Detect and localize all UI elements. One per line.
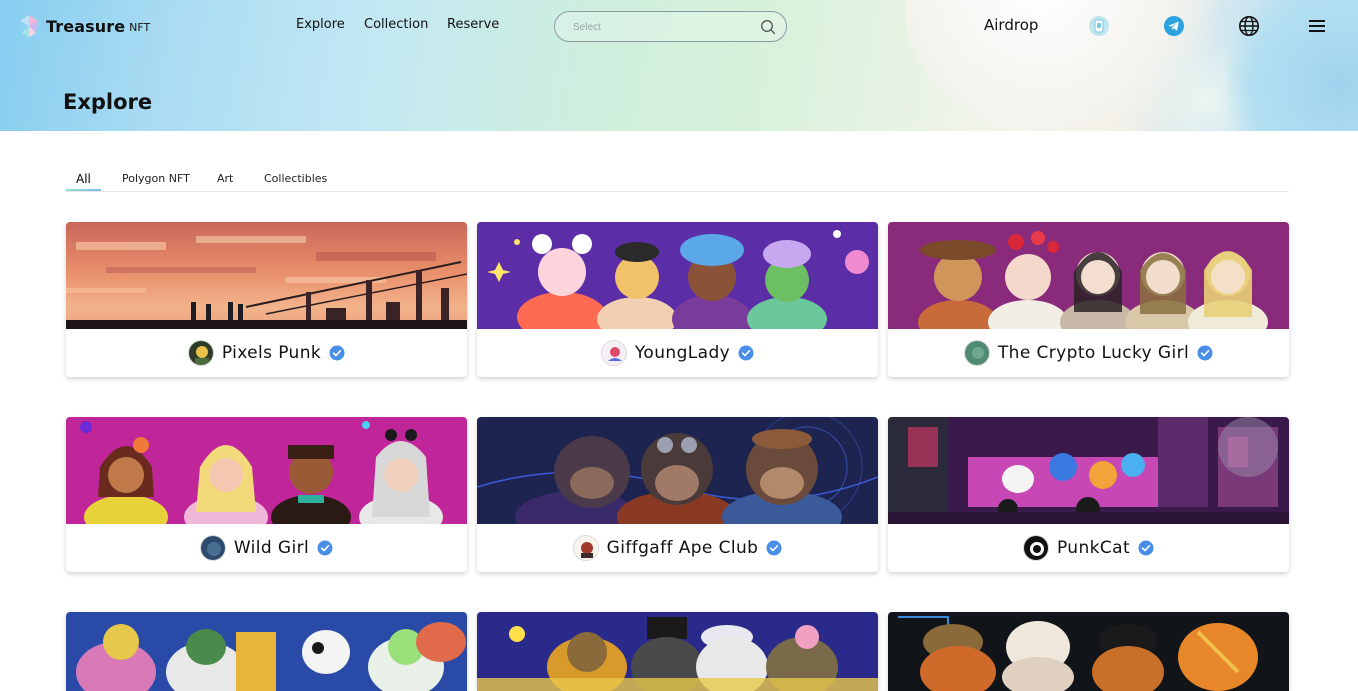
verified-icon [738, 345, 754, 361]
collection-label: Wild Girl [66, 524, 467, 572]
collection-banner [66, 417, 467, 524]
nav-reserve[interactable]: Reserve [447, 17, 499, 32]
collection-avatar [963, 340, 990, 366]
tab-art[interactable]: Art [217, 172, 233, 185]
tab-collectibles[interactable]: Collectibles [264, 172, 327, 185]
nav-explore[interactable]: Explore [296, 17, 345, 32]
collection-card-wild-girl[interactable]: Wild Girl [66, 417, 467, 572]
collection-banner [477, 612, 878, 691]
collection-label: YoungLady [477, 329, 878, 377]
collection-avatar [199, 535, 226, 561]
collection-name: Giffgaff Ape Club [606, 538, 759, 558]
collection-card[interactable] [66, 612, 467, 691]
collection-banner [888, 612, 1289, 691]
collection-name: The Crypto Lucky Girl [997, 343, 1190, 363]
telegram-icon[interactable] [1163, 15, 1185, 37]
verified-icon [766, 540, 782, 556]
collection-banner [66, 612, 467, 691]
collection-banner [66, 222, 467, 329]
collection-name: PunkCat [1056, 538, 1131, 558]
collection-label: PunkCat [888, 524, 1289, 572]
collection-banner [888, 417, 1289, 524]
collection-card-younglady[interactable]: YoungLady [477, 222, 878, 377]
verified-icon [1197, 345, 1213, 361]
search-icon[interactable] [760, 19, 776, 35]
brand-name: Treasure [46, 16, 126, 36]
collection-card-pixels-punk[interactable]: Pixels Punk [66, 222, 467, 377]
menu-icon[interactable] [1308, 18, 1326, 34]
collection-card[interactable] [477, 612, 878, 691]
tab-all[interactable]: All [76, 172, 91, 186]
collection-avatar [600, 340, 627, 366]
collection-avatar [187, 340, 214, 366]
page-title: Explore [63, 90, 153, 114]
collection-name: Wild Girl [233, 538, 310, 558]
collection-card-giffgaff-ape-club[interactable]: Giffgaff Ape Club [477, 417, 878, 572]
collection-banner [477, 222, 878, 329]
collection-avatar [1022, 535, 1049, 561]
verified-icon [317, 540, 333, 556]
nav-airdrop[interactable]: Airdrop [984, 16, 1038, 34]
search-box[interactable] [554, 11, 787, 42]
collection-banner [477, 417, 878, 524]
top-navbar: Treasure NFT Explore Collection Reserve … [0, 0, 1358, 52]
collection-card-punkcat[interactable]: PunkCat [888, 417, 1289, 572]
collection-name: Pixels Punk [221, 343, 322, 363]
treasure-logo-icon [20, 15, 38, 37]
nav-collection[interactable]: Collection [364, 17, 428, 32]
tab-polygon-nft[interactable]: Polygon NFT [122, 172, 190, 185]
collection-label: Pixels Punk [66, 329, 467, 377]
collection-banner [888, 222, 1289, 329]
collection-name: YoungLady [634, 343, 731, 363]
category-tabs: All Polygon NFT Art Collectibles [66, 170, 1289, 192]
brand-suffix: NFT [129, 21, 151, 34]
verified-icon [1138, 540, 1154, 556]
verified-icon [329, 345, 345, 361]
globe-icon[interactable] [1238, 15, 1260, 37]
collection-card-crypto-lucky-girl[interactable]: The Crypto Lucky Girl [888, 222, 1289, 377]
brand-logo[interactable]: Treasure NFT [16, 13, 150, 39]
active-tab-indicator [66, 189, 101, 191]
wallet-icon[interactable] [1088, 15, 1110, 37]
search-input[interactable] [573, 18, 753, 36]
collection-card[interactable] [888, 612, 1289, 691]
collection-label: The Crypto Lucky Girl [888, 329, 1289, 377]
collection-avatar [572, 535, 599, 561]
collection-label: Giffgaff Ape Club [477, 524, 878, 572]
